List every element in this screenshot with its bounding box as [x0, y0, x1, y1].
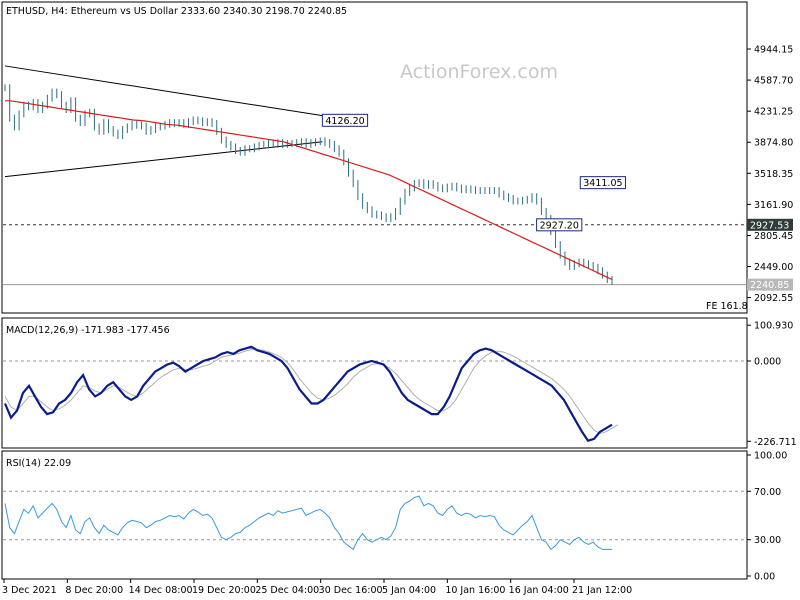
price-ytick-label: 3161.90	[754, 200, 793, 211]
xtick-label: 19 Dec 20:00	[192, 585, 256, 596]
chart-canvas: ActionForex.com ETHUSD, H4: Ethereum vs …	[1, 1, 797, 596]
price-ytick-label: 2449.00	[754, 262, 793, 273]
macd-label: MACD(12,26,9) -171.983 -177.456	[6, 325, 170, 336]
xtick-label: 10 Jan 16:00	[445, 585, 505, 596]
xtick-label: 16 Jan 04:00	[509, 585, 569, 596]
level-tag-label: 2927.53	[750, 220, 789, 231]
price-annotation-label: 4126.20	[325, 116, 364, 127]
rsi-label: RSI(14) 22.09	[6, 458, 71, 469]
xtick-label: 30 Dec 16:00	[319, 585, 383, 596]
rsi-ytick-label: 30.00	[754, 535, 781, 546]
rsi-ytick-label: 70.00	[754, 487, 781, 498]
price-ytick-label: 3874.80	[754, 138, 793, 149]
price-ytick-label: 4944.15	[754, 45, 793, 56]
price-ytick-label: 4587.70	[754, 76, 793, 87]
watermark: ActionForex.com	[400, 61, 558, 83]
price-annotation-label: 3411.05	[583, 178, 622, 189]
macd-ytick-label: 0.000	[754, 356, 781, 367]
price-ytick-label: 2092.55	[754, 293, 793, 304]
xtick-label: 8 Dec 20:00	[65, 585, 123, 596]
price-pane	[1, 1, 748, 314]
price-ytick-label: 2805.45	[754, 231, 793, 242]
rsi-ytick-label: 0.00	[754, 572, 775, 583]
fe-note: FE 161.8	[706, 301, 748, 312]
level-tag-label: 2240.85	[750, 280, 789, 291]
price-ytick-label: 4231.25	[754, 107, 793, 118]
xtick-label: 14 Dec 08:00	[129, 585, 193, 596]
chart-header: ETHUSD, H4: Ethereum vs US Dollar 2333.6…	[6, 6, 347, 17]
macd-ytick-label: -226.711	[754, 437, 797, 448]
xtick-label: 21 Jan 12:00	[572, 585, 632, 596]
rsi-ytick-label: 100.00	[754, 451, 787, 462]
xtick-label: 25 Dec 04:00	[255, 585, 319, 596]
xtick-label: 3 Dec 2021	[2, 585, 57, 596]
rsi-pane	[1, 450, 748, 580]
xtick-label: 5 Jan 04:00	[382, 585, 436, 596]
price-annotation-label: 2927.20	[540, 220, 579, 231]
macd-ytick-label: 100.930	[754, 321, 793, 332]
price-ytick-label: 3518.35	[754, 169, 793, 180]
